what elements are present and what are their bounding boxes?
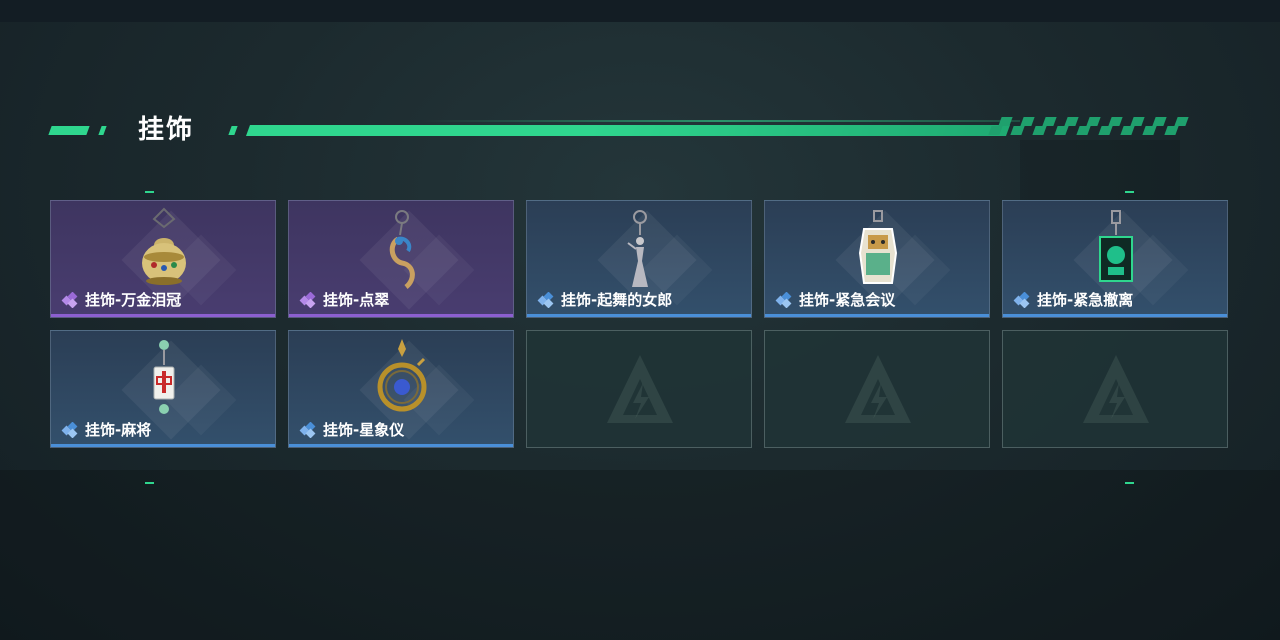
charm-card[interactable]: 挂饰-点翠 [288,200,514,318]
dancing-lady-charm-icon [627,210,648,287]
checker-square [1054,126,1069,135]
charm-card[interactable]: 挂饰-麻将 [50,330,276,448]
corner-tick [145,482,154,484]
top-band [0,0,1280,22]
empty-slot[interactable] [1002,330,1228,448]
checker-square [1098,126,1113,135]
charm-grid: 挂饰-万金泪冠 挂饰-点翠 挂饰-起舞的女郎 挂饰-紧急会议 挂饰-紧急撤离 挂… [50,200,1230,450]
header-checker-pattern [988,117,1200,135]
header-accent-bar [245,125,1011,136]
robot-sticker-charm-icon [858,210,898,284]
checker-square [1164,126,1179,135]
rarity-diamond-icon [1013,291,1030,308]
checker-square [1152,117,1167,126]
rarity-bar [1003,314,1227,317]
charm-label: 挂饰-星象仪 [299,419,404,440]
checker-square [998,117,1013,126]
astrolabe-charm-icon [377,339,427,412]
checker-square [1130,117,1145,126]
page-title: 挂饰 [138,115,195,145]
charm-card[interactable]: 挂饰-紧急撤离 [1002,200,1228,318]
checker-square [1086,117,1101,126]
charm-card[interactable]: 挂饰-紧急会议 [764,200,990,318]
header-accent-dash [48,126,90,135]
rarity-bar [765,314,989,317]
checker-square [1076,126,1091,135]
corner-tick [1125,191,1134,193]
charm-card[interactable]: 挂饰-万金泪冠 [50,200,276,318]
corner-tick [145,191,154,193]
background-ground [0,470,1280,640]
header-accent-dash [228,126,238,135]
rarity-bar [527,314,751,317]
checker-square [1120,126,1135,135]
charm-card[interactable]: 挂饰-星象仪 [288,330,514,448]
rarity-diamond-icon [775,291,792,308]
charm-label: 挂饰-麻将 [61,419,151,440]
charm-label: 挂饰-万金泪冠 [61,289,181,310]
rarity-diamond-icon [299,291,316,308]
header-accent-dash [98,126,107,135]
empty-slot-logo-icon [1083,355,1149,423]
charm-label: 挂饰-起舞的女郎 [537,289,672,310]
phoenix-hairpin-charm-icon [389,210,415,289]
checker-square [1142,126,1157,135]
empty-slot[interactable] [764,330,990,448]
checker-square [1020,117,1035,126]
corner-tick [1125,482,1134,484]
rarity-diamond-icon [61,421,78,438]
checker-square [1174,117,1189,126]
checker-square [1042,117,1057,126]
rarity-bar [289,314,513,317]
checker-square [1064,117,1079,126]
rarity-bar [51,314,275,317]
charm-label: 挂饰-紧急撤离 [1013,289,1133,310]
empty-slot-logo-icon [607,355,673,423]
rarity-bar [289,444,513,447]
rarity-diamond-icon [537,291,554,308]
charm-label: 挂饰-点翠 [299,289,389,310]
checker-square [1032,126,1047,135]
green-panel-charm-icon [1099,210,1133,282]
empty-slot[interactable] [526,330,752,448]
mahjong-tile-charm-icon [153,340,175,414]
charm-card[interactable]: 挂饰-起舞的女郎 [526,200,752,318]
empty-slot-logo-icon [845,355,911,423]
header-thin-line [420,120,1020,122]
rarity-diamond-icon [61,291,78,308]
checker-square [1108,117,1123,126]
golden-egg-charm-icon [142,207,186,285]
rarity-bar [51,444,275,447]
charm-label: 挂饰-紧急会议 [775,289,895,310]
checker-square [988,126,1003,135]
checker-square [1010,126,1025,135]
rarity-diamond-icon [299,421,316,438]
